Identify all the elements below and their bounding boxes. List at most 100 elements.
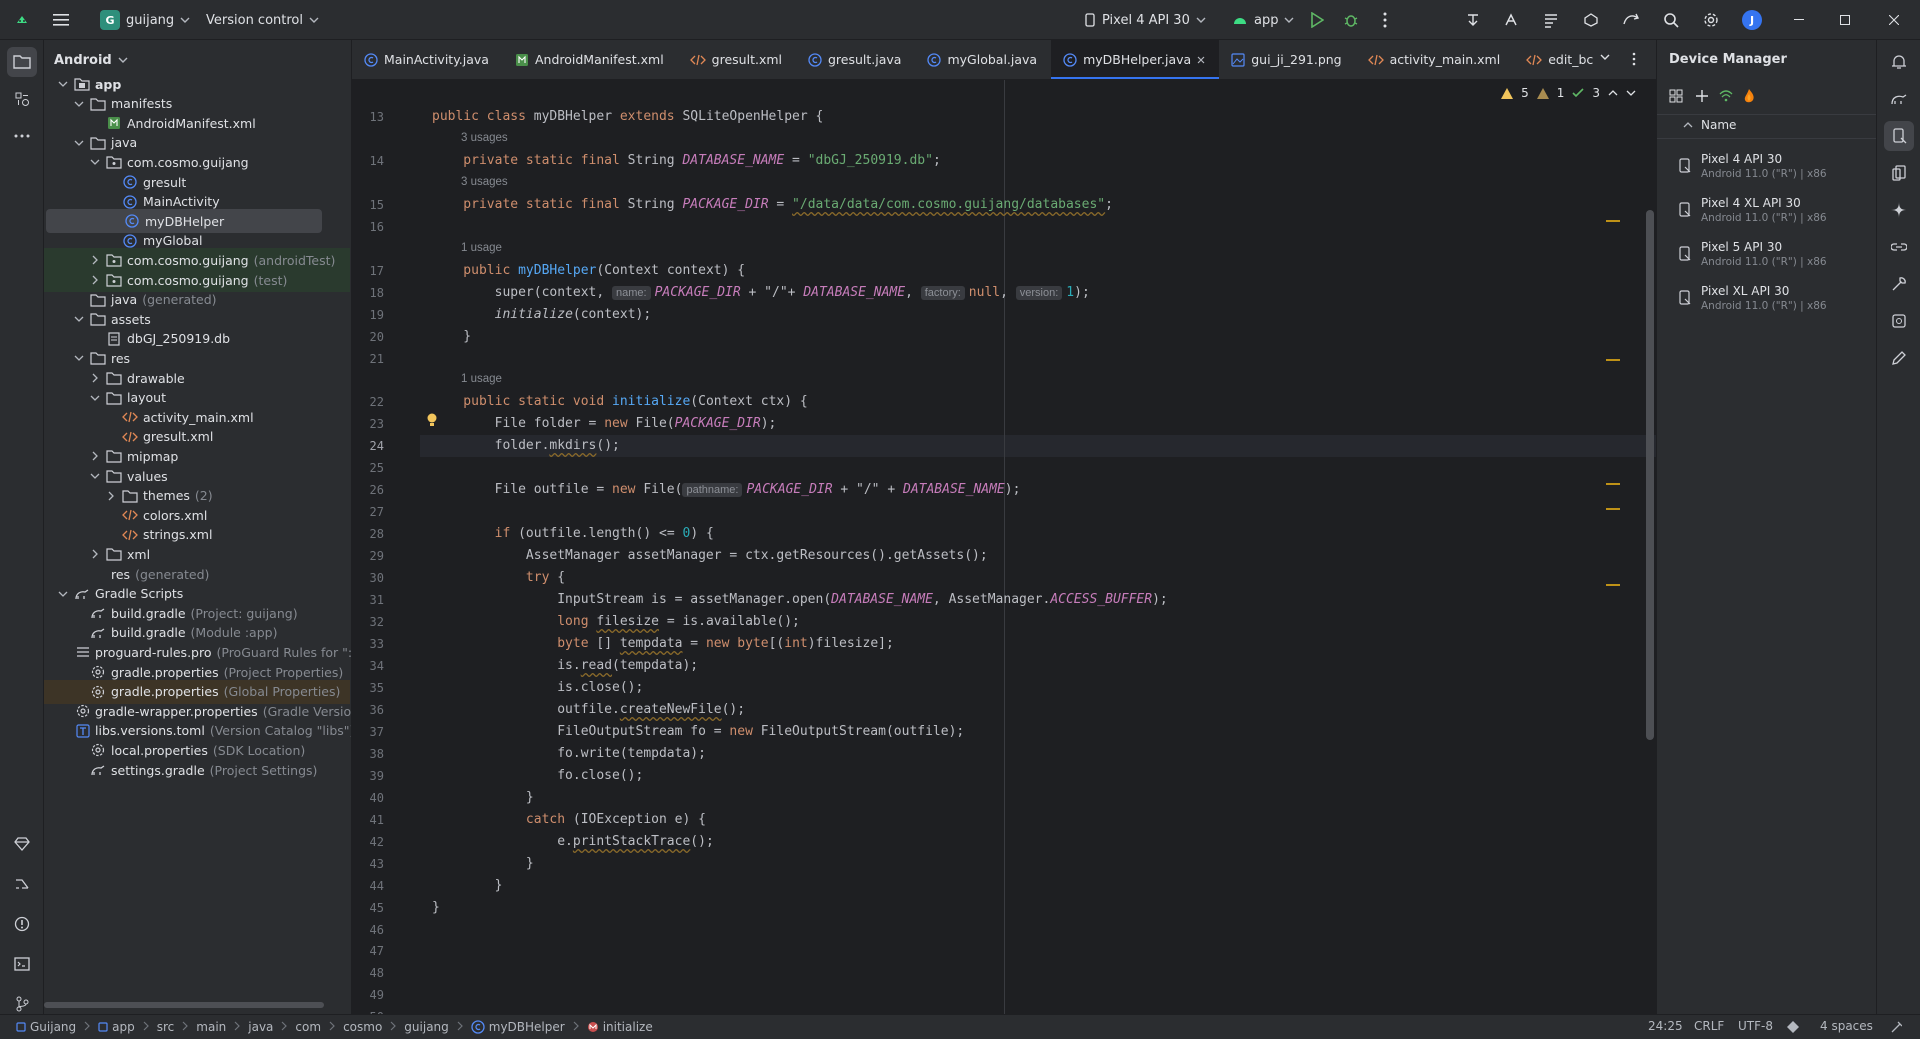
apply-code-changes-icon[interactable] (1500, 10, 1522, 30)
gradle-elephant-icon[interactable] (1884, 84, 1914, 114)
device-manager-tool-icon[interactable] (1884, 121, 1914, 151)
pencil-edit-icon[interactable] (1884, 343, 1914, 373)
search-icon[interactable] (1660, 10, 1682, 30)
layout-inspector-icon[interactable] (1540, 10, 1562, 30)
notifications-bell-icon[interactable] (1884, 47, 1914, 77)
warning-stripe-mark[interactable] (1606, 508, 1620, 510)
chevron-down-icon[interactable] (72, 312, 86, 326)
tree-horizontal-scrollbar[interactable] (44, 1002, 324, 1008)
warning-stripe-mark[interactable] (1606, 584, 1620, 586)
device-row[interactable]: Pixel XL API 30 Android 11.0 ("R") | x86 (1657, 276, 1877, 320)
chevron-down-icon[interactable] (88, 469, 102, 483)
app-inspection-icon[interactable] (1884, 306, 1914, 336)
inspection-widget[interactable]: 5 1 3 (1501, 86, 1636, 100)
gem-icon[interactable] (7, 829, 37, 859)
warning-stripe-mark[interactable] (1606, 359, 1620, 361)
profiler-icon[interactable] (1580, 10, 1602, 30)
more-tools-icon[interactable] (7, 121, 37, 151)
settings-gear-icon[interactable] (1700, 10, 1722, 30)
gemini-sparkle-icon[interactable] (1884, 195, 1914, 225)
editor-tab[interactable]: MainActivity.java (352, 40, 503, 79)
editor-tab[interactable]: edit_bc (1514, 40, 1607, 79)
tab-actions-icon[interactable] (1632, 52, 1636, 66)
chevron-right-icon[interactable] (88, 253, 102, 267)
minimize-icon[interactable] (1776, 0, 1822, 40)
cursor-position[interactable]: 24:25 (1648, 1019, 1683, 1033)
project-switcher[interactable]: G guijang (92, 6, 198, 34)
build-variants-icon[interactable] (7, 869, 37, 899)
device-layout-icon[interactable] (1669, 89, 1683, 103)
usage-hint[interactable]: 3 usages (461, 176, 508, 188)
tree-item[interactable]: settings.gradle (Project Settings) (44, 758, 350, 782)
device-row[interactable]: Pixel 4 XL API 30 Android 11.0 ("R") | x8… (1657, 188, 1877, 232)
name-column-header[interactable]: Name (1701, 118, 1736, 132)
usage-hint[interactable]: 3 usages (461, 132, 508, 144)
breadcrumb-item[interactable]: myDBHelper (467, 1020, 569, 1034)
device-row[interactable]: Pixel 5 API 30 Android 11.0 ("R") | x86 (1657, 232, 1877, 276)
editor-tab[interactable]: gresult.java (796, 40, 915, 79)
chevron-down-icon[interactable] (72, 136, 86, 150)
editor-tab[interactable]: gui_ji_291.png (1219, 40, 1355, 79)
warning-stripe-mark[interactable] (1606, 220, 1620, 222)
chevron-right-icon[interactable] (88, 273, 102, 287)
chevron-down-icon[interactable] (72, 351, 86, 365)
device-selector[interactable]: Pixel 4 API 30 (1076, 6, 1214, 34)
editor-vertical-scrollbar[interactable] (1646, 210, 1654, 740)
firebase-icon[interactable] (1743, 89, 1755, 103)
apply-changes-icon[interactable] (1462, 10, 1484, 30)
breadcrumb-item[interactable]: Guijang (12, 1020, 80, 1034)
chevron-right-icon[interactable] (88, 449, 102, 463)
editor-tab[interactable]: activity_main.xml (1356, 40, 1515, 79)
chevron-down-icon[interactable] (56, 77, 70, 91)
chevron-down-icon[interactable] (88, 391, 102, 405)
file-encoding[interactable]: UTF-8 (1738, 1019, 1773, 1033)
add-device-icon[interactable] (1695, 89, 1709, 103)
editor-tab[interactable]: AndroidManifest.xml (503, 40, 678, 79)
tabs-overflow-chevron-icon[interactable] (1600, 54, 1610, 60)
chevron-down-icon[interactable] (56, 587, 70, 601)
editor-tab[interactable]: gresult.xml (678, 40, 796, 79)
breadcrumb-item[interactable]: main (192, 1020, 230, 1034)
code-area[interactable]: 3 usages 3 usages 1 usage 1 usage public cla… (420, 80, 1656, 1014)
indent-setting[interactable]: 4 spaces (1820, 1019, 1873, 1033)
close-window-icon[interactable] (1868, 0, 1920, 40)
breadcrumb-item[interactable]: cosmo (339, 1020, 386, 1034)
sync-gradle-icon[interactable] (1620, 10, 1642, 30)
problems-icon[interactable] (7, 909, 37, 939)
run-config-selector[interactable]: app (1224, 6, 1302, 34)
maximize-icon[interactable] (1822, 0, 1868, 40)
chevron-down-icon[interactable] (72, 97, 86, 111)
warning-stripe-mark[interactable] (1606, 483, 1620, 485)
breadcrumb-item[interactable]: app (94, 1020, 139, 1034)
breadcrumb-item[interactable]: guijang (400, 1020, 452, 1034)
app-links-icon[interactable] (1884, 232, 1914, 262)
build-tools-icon[interactable] (1884, 269, 1914, 299)
breadcrumb-item[interactable]: com (291, 1020, 325, 1034)
chevron-right-icon[interactable] (88, 371, 102, 385)
line-separator[interactable]: CRLF (1694, 1019, 1724, 1033)
chevron-right-icon[interactable] (88, 547, 102, 561)
project-tool-icon[interactable] (7, 47, 37, 77)
prev-highlight-icon[interactable] (1608, 90, 1618, 96)
chevron-right-icon[interactable] (104, 489, 118, 503)
code-style-icon[interactable] (1786, 1020, 1800, 1034)
usage-hint[interactable]: 1 usage (461, 242, 502, 254)
close-tab-icon[interactable] (1197, 56, 1205, 64)
breadcrumb-item[interactable]: src (153, 1020, 179, 1034)
resource-manager-icon[interactable] (7, 84, 37, 114)
breadcrumb-item[interactable]: initialize (583, 1020, 657, 1034)
terminal-icon[interactable] (7, 949, 37, 979)
usage-hint[interactable]: 1 usage (461, 373, 502, 385)
chevron-down-icon[interactable] (88, 155, 102, 169)
read-only-lock-icon[interactable] (1890, 1020, 1902, 1034)
breadcrumb-item[interactable]: java (244, 1020, 277, 1034)
device-row[interactable]: Pixel 4 API 30 Android 11.0 ("R") | x86 (1657, 144, 1877, 188)
main-menu-icon[interactable] (50, 10, 72, 30)
editor-tab[interactable]: myGlobal.java (915, 40, 1051, 79)
more-actions-icon[interactable] (1374, 10, 1396, 30)
user-avatar[interactable]: J (1742, 10, 1762, 30)
sort-ascending-icon[interactable] (1683, 122, 1693, 128)
editor-tab[interactable]: myDBHelper.java (1051, 40, 1220, 79)
vcs-menu[interactable]: Version control (198, 6, 327, 34)
debug-icon[interactable] (1340, 10, 1362, 30)
